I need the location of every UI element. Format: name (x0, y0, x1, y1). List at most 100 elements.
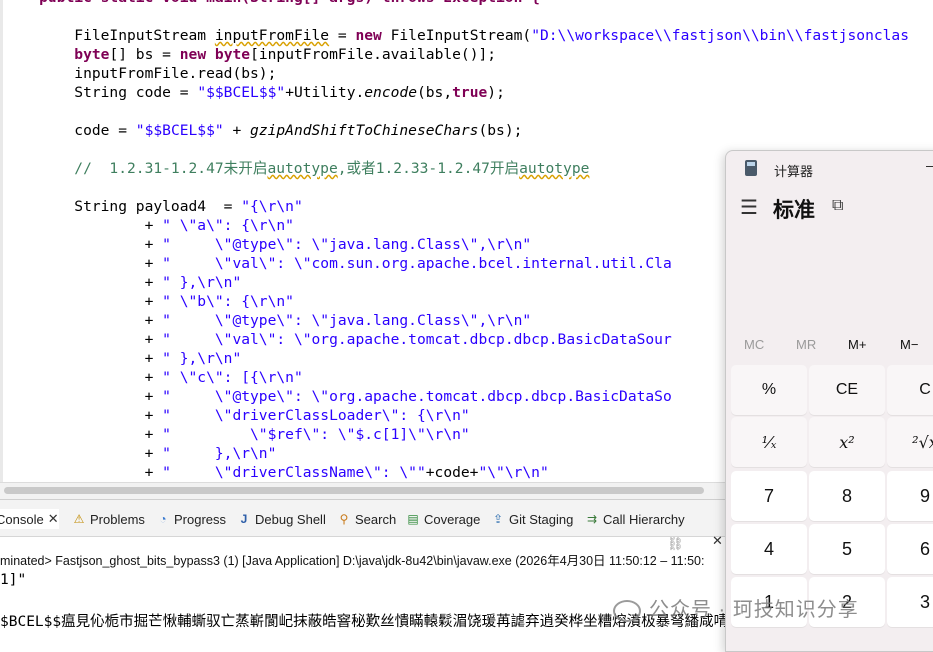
tab-problems[interactable]: ⚠ Problems (72, 509, 145, 529)
code-token: ); (487, 84, 505, 101)
hamburger-menu-icon[interactable]: ☰ (740, 195, 758, 220)
reciprocal-button[interactable]: ¹⁄ₓ (731, 417, 807, 467)
code-token: [inputFromFile.available()]; (250, 46, 497, 63)
tab-label: Progress (174, 511, 227, 527)
code-token: " },\r\n" (162, 350, 242, 367)
code-token: + (4, 312, 163, 329)
code-token: " \"driverClassLoader\": {\r\n" (162, 407, 470, 424)
calculator-app-icon (745, 160, 757, 176)
code-line: inputFromFile.read(bs); (4, 64, 276, 83)
code-token: " \"val\": \"com.sun.org.apache.bcel.int… (162, 255, 672, 272)
code-token: code (135, 84, 171, 101)
calculator-window[interactable]: 计算器 — ☰ 标准 ⧉ MC MR M+ M− % CE C ¹⁄ₓ x² ²… (725, 150, 933, 652)
code-token: + (4, 217, 163, 234)
code-line: // 1.2.31-1.2.47未开启autotype,或者1.2.33-1.2… (4, 159, 589, 178)
tab-label: Problems (90, 511, 145, 527)
code-token: true (452, 84, 488, 101)
clear-button[interactable]: C (887, 365, 933, 415)
digit-6-button[interactable]: 6 (887, 524, 933, 574)
code-token: +code+ (425, 464, 479, 481)
code-line: + " },\r\n" (4, 444, 277, 463)
code-token: (bs); (478, 122, 523, 139)
code-token: + (4, 274, 163, 291)
wechat-logo-icon (613, 599, 641, 622)
code-token: encode (364, 84, 417, 101)
terminate-icon[interactable]: ✕ (712, 533, 723, 549)
code-line: + " \"driverClassName\": \""+code+"\"\r\… (4, 463, 549, 482)
code-token: + (4, 255, 163, 272)
code-line: + " \"$ref\": \"$.c[1]\"\r\n" (4, 425, 470, 444)
code-line: + " },\r\n" (4, 273, 242, 292)
memory-recall-button[interactable]: MR (796, 337, 816, 352)
code-token: " \"b\": {\r\n" (162, 293, 294, 310)
calculator-mode-title: 标准 (773, 199, 815, 222)
close-icon[interactable]: ✕ (48, 511, 59, 527)
memory-add-button[interactable]: M+ (848, 337, 866, 352)
code-token: code = (4, 122, 136, 139)
digit-5-button[interactable]: 5 (809, 524, 885, 574)
code-token: [] bs = (109, 46, 180, 63)
code-token: "{\r\n" (241, 198, 303, 215)
code-token: " \"c\": [{\r\n" (162, 369, 303, 386)
tab-coverage[interactable]: ▤ Coverage (406, 509, 480, 529)
tab-label: Console (0, 511, 44, 527)
digit-3-button[interactable]: 3 (887, 577, 933, 627)
code-token: new (355, 27, 382, 44)
code-token: = (329, 27, 356, 44)
code-line: String code = "$$BCEL$$"+Utility.encode(… (4, 83, 505, 102)
scrollbar-thumb[interactable] (4, 487, 704, 494)
search-icon: ⚲ (339, 512, 349, 526)
code-token: + (4, 464, 163, 481)
code-token: " \"@type\": \"java.lang.Class\",\r\n" (162, 312, 532, 329)
tab-label: Coverage (424, 511, 481, 527)
percent-button[interactable]: % (731, 365, 807, 415)
digit-7-button[interactable]: 7 (731, 471, 807, 521)
code-line: + " },\r\n" (4, 349, 242, 368)
code-token: autotype (267, 160, 338, 177)
digit-4-button[interactable]: 4 (731, 524, 807, 574)
code-line: code = "$$BCEL$$" + gzipAndShiftToChines… (4, 121, 522, 140)
memory-subtract-button[interactable]: M− (900, 337, 918, 352)
code-token: byte (214, 46, 251, 63)
keep-on-top-icon[interactable]: ⧉ (832, 197, 843, 215)
code-token: + (4, 236, 163, 253)
git-staging-icon: ⇪ (492, 512, 504, 526)
code-token: + (4, 407, 163, 424)
code-token: = (170, 84, 198, 101)
code-line: + " \"driverClassLoader\": {\r\n" (4, 406, 470, 425)
code-token: autotype (519, 160, 590, 177)
code-token: " \"a\": {\r\n" (162, 217, 294, 234)
problems-icon: ⚠ (73, 512, 85, 526)
code-token: "$$BCEL$$" (197, 84, 286, 101)
watermark-text: 公众号 · 珂技知识分享 (649, 599, 859, 621)
code-token: + (4, 445, 163, 462)
tab-call-hierarchy[interactable]: ⇉ Call Hierarchy (585, 509, 685, 529)
coverage-icon: ▤ (407, 512, 419, 526)
digit-8-button[interactable]: 8 (809, 471, 885, 521)
code-token: FileInputStream( (381, 27, 532, 44)
code-line: + " \"val\": \"org.apache.tomcat.dbcp.db… (4, 330, 672, 349)
code-token: + (4, 331, 163, 348)
tab-search[interactable]: ⚲ Search (337, 509, 397, 529)
tab-console[interactable]: Console ✕ (0, 509, 59, 529)
square-button[interactable]: x² (809, 417, 885, 467)
code-line: + " \"c\": [{\r\n" (4, 368, 303, 387)
square-root-button[interactable]: ²√x (887, 417, 933, 467)
tab-git-staging[interactable]: ⇪ Git Staging (491, 509, 573, 529)
tab-debug-shell[interactable]: J Debug Shell (237, 509, 326, 529)
clear-entry-button[interactable]: CE (809, 365, 885, 415)
tab-label: Debug Shell (255, 511, 326, 527)
code-token: + (4, 369, 163, 386)
code-token: + (4, 388, 163, 405)
minimize-icon[interactable]: — (926, 157, 933, 173)
code-token: +Utility. (285, 84, 365, 101)
tab-label: Search (355, 511, 397, 527)
memory-clear-button[interactable]: MC (744, 337, 764, 352)
code-line: + " \"@type\": \"org.apache.tomcat.dbcp.… (4, 387, 672, 406)
editor-gutter (0, 0, 3, 482)
code-token: " \"driverClassName\": \"" (162, 464, 426, 481)
tab-progress[interactable]: ◔ Progress (156, 509, 226, 529)
code-line: byte[] bs = new byte[inputFromFile.avail… (4, 45, 496, 64)
digit-9-button[interactable]: 9 (887, 471, 933, 521)
